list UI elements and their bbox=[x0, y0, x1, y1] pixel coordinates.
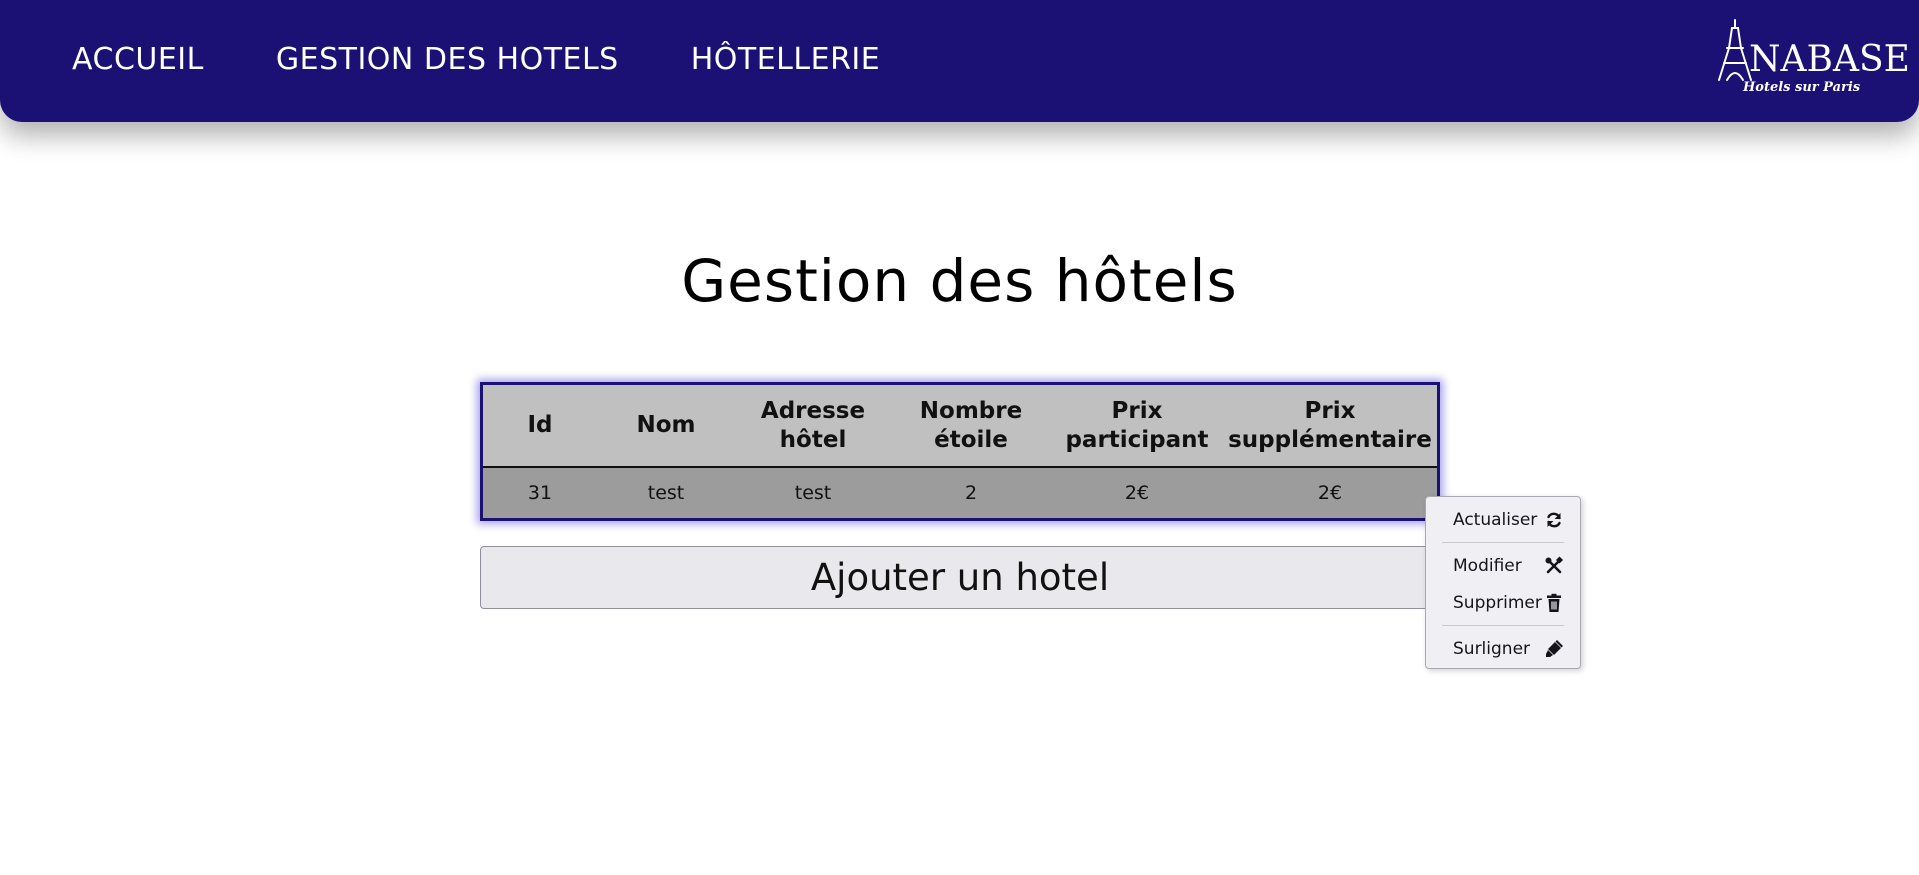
column-header-prix-supplementaire: Prix supplémentaire bbox=[1223, 385, 1437, 468]
menu-item-label: Modifier bbox=[1453, 555, 1522, 576]
cell-prix-supplementaire: 2€ bbox=[1317, 482, 1343, 504]
column-header-nombre-etoile: Nombre étoile bbox=[891, 385, 1051, 468]
column-header-id: Id bbox=[483, 385, 597, 468]
column-header-nom: Nom bbox=[597, 385, 735, 468]
trash-icon bbox=[1547, 593, 1561, 612]
menu-separator bbox=[1442, 625, 1564, 626]
column-header-prix-participant: Prix participant bbox=[1051, 385, 1223, 468]
menu-separator bbox=[1442, 542, 1564, 543]
nav-link-gestion-hotels[interactable]: GESTION DES HOTELS bbox=[276, 40, 619, 80]
menu-item-label: Surligner bbox=[1453, 638, 1531, 659]
nav-link-accueil[interactable]: ACCUEIL bbox=[72, 40, 204, 80]
anabase-logo[interactable]: NABASE Hotels sur Paris bbox=[1713, 18, 1910, 100]
table-header-row: Id Nom Adresse hôtel Nombre étoile Prix … bbox=[483, 385, 1437, 468]
nav-links: ACCUEIL GESTION DES HOTELS HÔTELLERIE bbox=[72, 40, 952, 80]
refresh-icon bbox=[1547, 512, 1561, 528]
cell-nom: test bbox=[647, 482, 685, 504]
logo-subtitle: Hotels sur Paris bbox=[1743, 80, 1861, 95]
hotels-table-container: Id Nom Adresse hôtel Nombre étoile Prix … bbox=[480, 382, 1440, 521]
cell-prix-participant: 2€ bbox=[1124, 482, 1150, 504]
top-navbar: ACCUEIL GESTION DES HOTELS HÔTELLERIE NA… bbox=[0, 0, 1919, 122]
nav-link-hotellerie[interactable]: HÔTELLERIE bbox=[691, 40, 880, 80]
tools-icon bbox=[1545, 556, 1564, 574]
page-title: Gestion des hôtels bbox=[681, 247, 1238, 315]
context-menu-item-surligner[interactable]: Surligner bbox=[1426, 630, 1580, 667]
logo-wordmark: NABASE bbox=[1749, 39, 1910, 80]
cell-nombre-etoile: 2 bbox=[964, 482, 978, 504]
context-menu-item-actualiser[interactable]: Actualiser bbox=[1426, 501, 1580, 538]
column-header-adresse: Adresse hôtel bbox=[735, 385, 891, 468]
cell-adresse: test bbox=[794, 482, 832, 504]
context-menu-item-modifier[interactable]: Modifier bbox=[1426, 547, 1580, 584]
highlighter-icon bbox=[1546, 640, 1563, 657]
menu-item-label: Actualiser bbox=[1453, 509, 1538, 530]
table-row[interactable]: 31 test test 2 2€ 2€ bbox=[483, 467, 1437, 518]
hotels-table: Id Nom Adresse hôtel Nombre étoile Prix … bbox=[483, 385, 1437, 518]
menu-item-label: Supprimer bbox=[1453, 592, 1542, 613]
context-menu: Actualiser Modifier Supprimer Surligner bbox=[1425, 496, 1581, 669]
cell-id: 31 bbox=[527, 482, 553, 504]
context-menu-item-supprimer[interactable]: Supprimer bbox=[1426, 584, 1580, 621]
add-hotel-button[interactable]: Ajouter un hotel bbox=[480, 546, 1440, 609]
